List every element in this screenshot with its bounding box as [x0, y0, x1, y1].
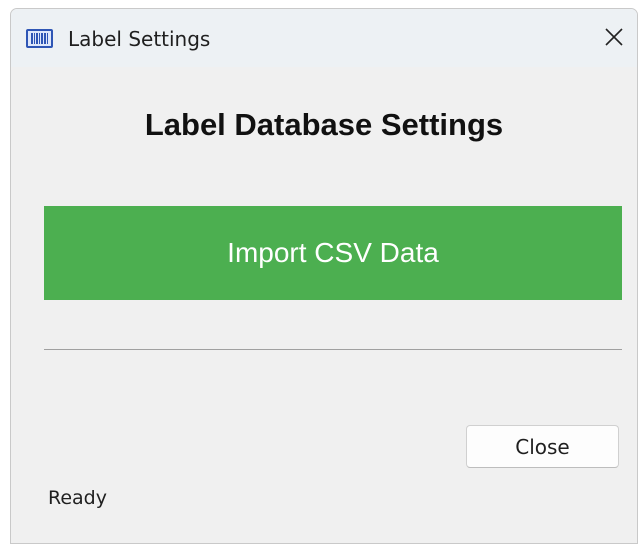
- label-settings-window: Label Settings Label Database Settings I…: [10, 8, 638, 544]
- title-bar[interactable]: Label Settings: [11, 9, 637, 67]
- divider: [44, 349, 622, 350]
- import-csv-button[interactable]: Import CSV Data: [44, 206, 622, 300]
- close-button[interactable]: Close: [466, 425, 619, 468]
- close-icon[interactable]: [601, 24, 627, 50]
- page-title: Label Database Settings: [144, 107, 504, 142]
- status-text: Ready: [48, 487, 107, 509]
- barcode-icon: [26, 29, 53, 48]
- window-title: Label Settings: [68, 27, 211, 51]
